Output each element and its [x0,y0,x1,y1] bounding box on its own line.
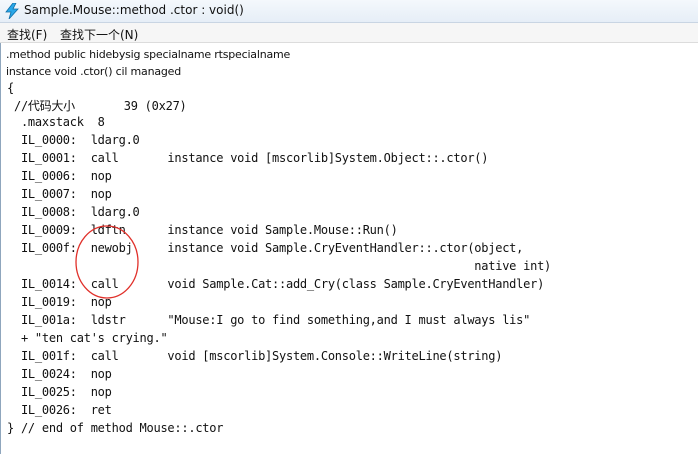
method-signature-line: instance void .ctor() cil managed [6,65,182,78]
code-line: native int) [7,259,552,273]
title-bar: Sample.Mouse::method .ctor : void() [0,0,698,23]
code-line: } // end of method Mouse::.ctor [7,421,224,435]
menu-find[interactable]: 查找(F) [7,26,47,43]
code-line: IL_001f: call void [mscorlib]System.Cons… [7,349,503,363]
code-line: IL_0007: nop [7,187,112,201]
code-line: IL_0025: nop [7,385,112,399]
code-line: IL_0001: call instance void [mscorlib]Sy… [7,151,489,165]
code-line: IL_000f: newobj instance void Sample.Cry… [7,241,524,255]
il-code-view[interactable]: .method public hidebysig specialname rts… [0,43,698,454]
code-line: //代码大小 39 (0x27) [7,99,187,113]
window-title: Sample.Mouse::method .ctor : void() [24,3,244,17]
code-line: IL_0000: ldarg.0 [7,133,140,147]
code-line: IL_0008: ldarg.0 [7,205,140,219]
menu-find-next[interactable]: 查找下一个(N) [60,26,138,43]
code-line: IL_0009: ldftn instance void Sample.Mous… [7,223,398,237]
method-signature-line: .method public hidebysig specialname rts… [6,48,291,61]
code-line: { [7,81,14,95]
code-line: .maxstack 8 [7,115,105,129]
code-line: IL_0019: nop [7,295,112,309]
code-line: IL_0006: nop [7,169,112,183]
code-line: IL_0024: nop [7,367,112,381]
menu-bar: 查找(F) 查找下一个(N) [0,23,698,43]
code-line: + "ten cat's crying." [7,331,168,345]
code-line: IL_0026: ret [7,403,112,417]
lightning-bolt-icon [5,3,19,19]
code-line: IL_001a: ldstr "Mouse:I go to find somet… [7,313,531,327]
code-line: IL_0014: call void Sample.Cat::add_Cry(c… [7,277,545,291]
